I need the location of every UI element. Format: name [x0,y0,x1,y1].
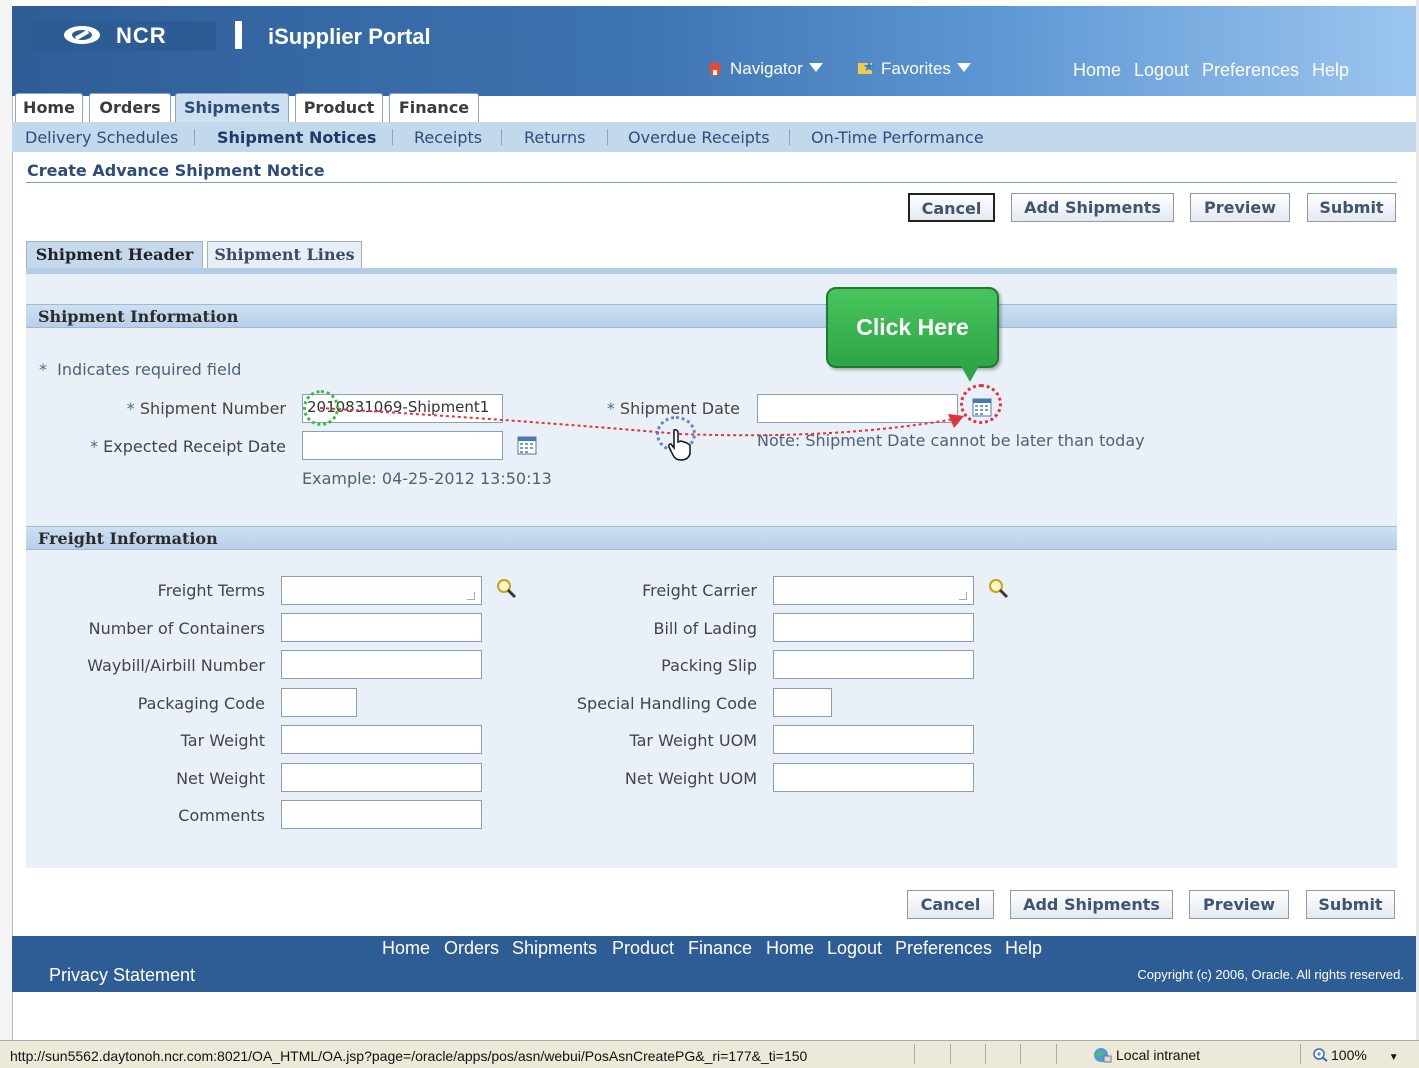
subnav-delivery-schedules[interactable]: Delivery Schedules [25,128,178,147]
ncr-logo-text: NCR [116,23,167,48]
global-logout-link[interactable]: Logout [1134,60,1189,81]
globe-icon [1094,1048,1112,1063]
footer-help-link[interactable]: Help [1005,938,1042,959]
navigator-menu[interactable]: Navigator [706,59,823,79]
number-of-containers-label: Number of Containers [88,619,265,638]
zoom-control[interactable]: 100% ▼ [1313,1047,1399,1063]
pointer-path-arrow [320,407,964,437]
ncr-logo-icon [64,26,100,44]
bill-of-lading-input[interactable] [773,613,974,642]
tab-orders[interactable]: Orders [89,93,171,122]
chevron-down-icon: ▼ [1388,1052,1399,1063]
net-weight-uom-input[interactable] [773,763,974,792]
browser-status-bar: http://sun5562.daytonoh.ncr.com:8021/OA_… [0,1040,1419,1068]
required-field-note: * Indicates required field [39,360,242,379]
tab-shipment-header[interactable]: Shipment Header [26,241,203,268]
footer-shipments-link[interactable]: Shipments [512,938,597,959]
packaging-code-input[interactable] [281,688,357,717]
search-icon[interactable] [988,578,1010,600]
tar-weight-label: Tar Weight [180,731,265,750]
subnav-overdue-receipts[interactable]: Overdue Receipts [628,128,770,147]
waybill-airbill-number-label: Waybill/Airbill Number [87,656,265,675]
global-preferences-link[interactable]: Preferences [1202,60,1299,81]
subnav-receipts[interactable]: Receipts [414,128,482,147]
packing-slip-input[interactable] [773,650,974,679]
net-weight-uom-label: Net Weight UOM [624,769,757,788]
freight-terms-label: Freight Terms [157,581,265,600]
footer-orders-link[interactable]: Orders [444,938,499,959]
zoom-icon [1313,1048,1328,1062]
tab-shipments[interactable]: Shipments [175,93,289,122]
tar-weight-uom-input[interactable] [773,725,974,754]
navigator-label: Navigator [730,59,803,78]
home-icon [708,61,722,75]
page-title: Create Advance Shipment Notice [27,161,325,180]
expected-receipt-date-label: * Expected Receipt Date [90,437,286,456]
subnav-on-time-performance[interactable]: On-Time Performance [811,128,984,147]
app-title: iSupplier Portal [268,24,431,49]
shipment-information-heading: Shipment Information [26,304,1397,328]
date-format-example: Example: 04-25-2012 13:50:13 [302,469,552,488]
global-home-link[interactable]: Home [1073,60,1121,81]
chevron-down-icon [956,63,971,72]
global-help-link[interactable]: Help [1312,60,1349,81]
shipment-number-label: * Shipment Number [126,399,286,418]
cancel-button-bottom[interactable]: Cancel [907,890,994,919]
favorites-label: Favorites [881,59,951,78]
copyright-text: Copyright (c) 2006, Oracle. All rights r… [1137,967,1404,982]
packing-slip-label: Packing Slip [661,656,757,675]
window-frame-left [0,0,13,1040]
comments-input[interactable] [281,800,482,829]
footer-preferences-link[interactable]: Preferences [895,938,992,959]
click-here-callout: Click Here [826,287,999,368]
portal-header: NCR iSupplier Portal Navigator Favorites… [12,0,1416,96]
submit-button[interactable]: Submit [1307,193,1396,222]
status-url: http://sun5562.daytonoh.ncr.com:8021/OA_… [10,1048,808,1064]
freight-terms-input[interactable] [281,576,482,605]
privacy-statement-link[interactable]: Privacy Statement [49,965,195,986]
portal-footer: Home Orders Shipments Product Finance Ho… [12,936,1416,992]
sub-navigation: Delivery Schedules Shipment Notices Rece… [12,122,1416,152]
callout-pointer [960,364,980,382]
search-icon[interactable] [496,578,518,600]
favorites-menu[interactable]: Favorites [857,59,971,79]
net-weight-label: Net Weight [176,769,265,788]
footer-home-link[interactable]: Home [382,938,430,959]
freight-carrier-input[interactable] [773,576,974,605]
ncr-logo: NCR [26,21,216,51]
net-weight-input[interactable] [281,763,482,792]
freight-information-heading: Freight Information [26,526,1397,550]
footer-logout-link[interactable]: Logout [827,938,882,959]
footer-product-link[interactable]: Product [612,938,674,959]
freight-carrier-label: Freight Carrier [642,581,757,600]
subnav-returns[interactable]: Returns [524,128,585,147]
subnav-shipment-notices[interactable]: Shipment Notices [217,128,376,147]
chevron-down-icon [808,63,823,72]
cancel-button[interactable]: Cancel [908,193,995,222]
waybill-airbill-number-input[interactable] [281,650,482,679]
add-shipments-button-bottom[interactable]: Add Shipments [1010,890,1173,919]
footer-finance-link[interactable]: Finance [688,938,752,959]
comments-label: Comments [178,806,265,825]
special-handling-code-input[interactable] [773,688,832,717]
add-shipments-button[interactable]: Add Shipments [1011,193,1174,222]
tar-weight-uom-label: Tar Weight UOM [629,731,757,750]
preview-button-bottom[interactable]: Preview [1189,890,1289,919]
preview-button[interactable]: Preview [1190,193,1290,222]
packaging-code-label: Packaging Code [137,694,265,713]
tab-finance[interactable]: Finance [389,93,479,122]
logo-separator [235,21,242,49]
submit-button-bottom[interactable]: Submit [1306,890,1395,919]
favorites-icon [858,61,875,74]
security-zone: Local intranet [1092,1047,1200,1063]
number-of-containers-input[interactable] [281,613,482,642]
tab-home[interactable]: Home [15,93,83,122]
hand-cursor-icon [668,429,691,461]
tar-weight-input[interactable] [281,725,482,754]
tab-product[interactable]: Product [295,93,383,122]
special-handling-code-label: Special Handling Code [576,694,757,713]
footer-home-link-2[interactable]: Home [766,938,814,959]
tab-shipment-lines[interactable]: Shipment Lines [207,241,362,268]
bill-of-lading-label: Bill of Lading [653,619,757,638]
